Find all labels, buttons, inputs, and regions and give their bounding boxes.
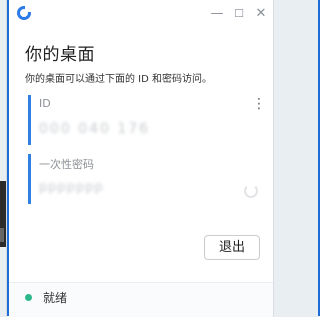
status-bar: 就绪 [7, 282, 273, 317]
id-value[interactable]: 000 040 176 [39, 121, 150, 137]
refresh-icon[interactable] [244, 184, 258, 198]
title-bar[interactable]: — ☐ ✕ [7, 0, 273, 30]
logout-button[interactable]: 退出 [204, 235, 260, 260]
status-dot-icon [25, 294, 32, 301]
password-value[interactable]: ppppppp [39, 180, 104, 195]
minimize-button[interactable]: — [207, 5, 227, 23]
page-subtitle: 你的桌面可以通过下面的 ID 和密码访问。 [25, 74, 213, 85]
page-title: 你的桌面 [25, 45, 95, 65]
app-logo-icon [17, 6, 31, 20]
id-field: ID ⋮ 000 040 176 [28, 95, 266, 145]
window-accent-left [7, 0, 9, 316]
id-label: ID [39, 97, 51, 110]
password-label: 一次性密码 [39, 158, 94, 171]
status-text: 就绪 [43, 291, 68, 305]
more-vert-icon[interactable]: ⋮ [252, 95, 266, 113]
maximize-button[interactable]: ☐ [229, 5, 249, 23]
close-button[interactable]: ✕ [251, 5, 271, 23]
app-window: — ☐ ✕ 你的桌面 你的桌面可以通过下面的 ID 和密码访问。 ID ⋮ 00… [7, 0, 273, 317]
password-field: 一次性密码 ppppppp [28, 154, 266, 204]
background-window-edge-secondary [0, 228, 4, 242]
